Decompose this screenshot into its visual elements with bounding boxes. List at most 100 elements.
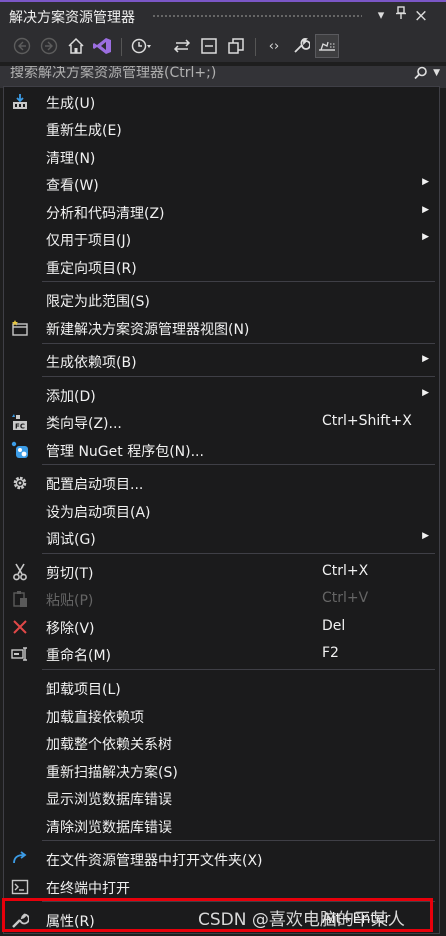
dropdown-icon[interactable]: ▾ xyxy=(372,6,390,26)
menu-item-remove[interactable]: 移除(V) Del xyxy=(4,614,439,640)
menu-item-label: 仅用于项目(J) xyxy=(46,233,132,249)
submenu-arrow-icon: ▶ xyxy=(422,232,429,242)
search-input[interactable]: 搜索解决方案资源管理器(Ctrl+;) ▼ xyxy=(0,66,446,88)
open-folder-icon xyxy=(10,849,30,869)
menu-item-analyze-cleanup[interactable]: 分析和代码清理(Z) ▶ xyxy=(4,199,439,225)
nuget-icon xyxy=(10,440,30,460)
copy-view-icon[interactable] xyxy=(224,34,248,58)
terminal-icon xyxy=(10,877,30,897)
menu-item-label: 显示浏览数据库错误 xyxy=(46,792,172,808)
menu-item-label: 重新生成(E) xyxy=(46,123,122,139)
menu-item-shortcut: Ctrl+X xyxy=(322,563,369,579)
menu-item-view[interactable]: 查看(W) ▶ xyxy=(4,171,439,197)
menu-item-label: 在终端中打开 xyxy=(46,881,130,897)
menu-separator xyxy=(42,464,435,465)
paste-icon xyxy=(10,589,30,609)
menu-item-label: 重定向项目(R) xyxy=(46,261,137,277)
menu-item-manage-nuget[interactable]: 管理 NuGet 程序包(N)... xyxy=(4,437,439,463)
menu-item-label: 配置启动项目... xyxy=(46,477,144,493)
menu-item-scope-to-this[interactable]: 限定为此范围(S) xyxy=(4,287,439,313)
context-menu: 生成(U) 重新生成(E) 清理(N) 查看(W) ▶ 分析和代码清理(Z) ▶… xyxy=(3,86,440,934)
menu-item-rename[interactable]: 重命名(M) F2 xyxy=(4,641,439,667)
menu-item-label: 限定为此范围(S) xyxy=(46,294,150,310)
menu-item-new-view[interactable]: 新建解决方案资源管理器视图(N) xyxy=(4,315,439,341)
title-grip-dots xyxy=(152,14,362,19)
panel-title-bar: 解决方案资源管理器 ▾ × xyxy=(0,0,446,30)
menu-item-clear-browse-errors[interactable]: 清除浏览数据库错误 xyxy=(4,813,439,839)
menu-item-shortcut: Ctrl+Shift+X xyxy=(322,413,412,429)
menu-item-label: 分析和代码清理(Z) xyxy=(46,206,165,222)
class-wizard-icon: FC xyxy=(10,412,30,432)
new-view-icon xyxy=(10,318,30,338)
panel-toolbar: ‹› xyxy=(0,30,446,62)
gear-icon xyxy=(10,473,30,493)
menu-item-unload-project[interactable]: 卸载项目(L) xyxy=(4,675,439,701)
menu-item-label: 新建解决方案资源管理器视图(N) xyxy=(46,322,250,338)
preview-icon[interactable] xyxy=(315,34,339,58)
menu-separator xyxy=(42,343,435,344)
menu-item-rescan-solution[interactable]: 重新扫描解决方案(S) xyxy=(4,758,439,784)
menu-item-label: 加载直接依赖项 xyxy=(46,710,144,726)
panel-title: 解决方案资源管理器 xyxy=(9,10,135,26)
menu-item-label: 调试(G) xyxy=(46,532,96,548)
menu-item-open-in-explorer[interactable]: 在文件资源管理器中打开文件夹(X) xyxy=(4,846,439,872)
vs-icon[interactable] xyxy=(90,34,114,58)
menu-item-load-dep-tree[interactable]: 加载整个依赖关系树 xyxy=(4,730,439,756)
search-options-chevron-down-icon[interactable]: ▼ xyxy=(433,68,440,78)
menu-item-label: 剪切(T) xyxy=(46,566,94,582)
menu-item-shortcut: F2 xyxy=(322,645,339,661)
menu-item-class-wizard[interactable]: FC 类向导(Z)... Ctrl+Shift+X xyxy=(4,409,439,435)
menu-item-label: 卸载项目(L) xyxy=(46,682,121,698)
forward-icon[interactable] xyxy=(37,34,61,58)
search-placeholder: 搜索解决方案资源管理器(Ctrl+;) xyxy=(10,66,217,81)
menu-item-build-dependencies[interactable]: 生成依赖项(B) ▶ xyxy=(4,348,439,374)
menu-item-shortcut: Ctrl+V xyxy=(322,590,369,606)
menu-separator xyxy=(42,553,435,554)
menu-separator xyxy=(42,669,435,670)
menu-item-load-direct-deps[interactable]: 加载直接依赖项 xyxy=(4,703,439,729)
menu-item-debug[interactable]: 调试(G) ▶ xyxy=(4,525,439,551)
collapse-icon[interactable] xyxy=(197,34,221,58)
menu-separator xyxy=(42,376,435,377)
back-icon[interactable] xyxy=(10,34,34,58)
menu-item-label: 设为启动项目(A) xyxy=(46,505,151,521)
history-icon[interactable] xyxy=(129,34,153,58)
menu-item-label: 重命名(M) xyxy=(46,648,112,664)
submenu-arrow-icon: ▶ xyxy=(422,531,429,541)
menu-item-label: 粘贴(P) xyxy=(46,593,94,609)
menu-item-paste: 粘贴(P) Ctrl+V xyxy=(4,586,439,612)
rename-icon xyxy=(10,644,30,664)
menu-item-clean[interactable]: 清理(N) xyxy=(4,144,439,170)
menu-item-label: 清理(N) xyxy=(46,151,96,167)
close-icon[interactable]: × xyxy=(412,6,430,26)
submenu-arrow-icon: ▶ xyxy=(422,354,429,364)
menu-item-label: 移除(V) xyxy=(46,621,95,637)
menu-item-label: 加载整个依赖关系树 xyxy=(46,737,172,753)
menu-item-label: 添加(D) xyxy=(46,389,96,405)
menu-item-retarget[interactable]: 重定向项目(R) xyxy=(4,254,439,280)
menu-item-show-browse-errors[interactable]: 显示浏览数据库错误 xyxy=(4,785,439,811)
properties-wrench-icon[interactable] xyxy=(289,34,313,58)
pin-icon[interactable] xyxy=(392,6,410,26)
menu-item-rebuild[interactable]: 重新生成(E) xyxy=(4,116,439,142)
code-icon[interactable]: ‹› xyxy=(262,34,286,58)
menu-item-add[interactable]: 添加(D) ▶ xyxy=(4,382,439,408)
menu-item-cut[interactable]: 剪切(T) Ctrl+X xyxy=(4,559,439,585)
menu-separator xyxy=(42,840,435,841)
menu-item-label: 生成(U) xyxy=(46,96,96,112)
menu-item-configure-startup[interactable]: 配置启动项目... xyxy=(4,470,439,496)
submenu-arrow-icon: ▶ xyxy=(422,205,429,215)
menu-item-open-in-terminal[interactable]: 在终端中打开 xyxy=(4,874,439,900)
menu-item-set-startup[interactable]: 设为启动项目(A) xyxy=(4,498,439,524)
menu-item-build[interactable]: 生成(U) xyxy=(4,89,439,115)
menu-item-shortcut: Del xyxy=(322,618,346,634)
home-icon[interactable] xyxy=(64,34,88,58)
menu-item-project-only[interactable]: 仅用于项目(J) ▶ xyxy=(4,226,439,252)
menu-item-label: 清除浏览数据库错误 xyxy=(46,820,172,836)
search-icon[interactable] xyxy=(414,66,428,84)
menu-item-label: 管理 NuGet 程序包(N)... xyxy=(46,444,204,460)
build-icon xyxy=(10,92,30,112)
sync-icon[interactable] xyxy=(170,34,194,58)
menu-item-label: 在文件资源管理器中打开文件夹(X) xyxy=(46,853,263,869)
watermark: CSDN @喜欢电脑的平某人 xyxy=(198,910,405,930)
